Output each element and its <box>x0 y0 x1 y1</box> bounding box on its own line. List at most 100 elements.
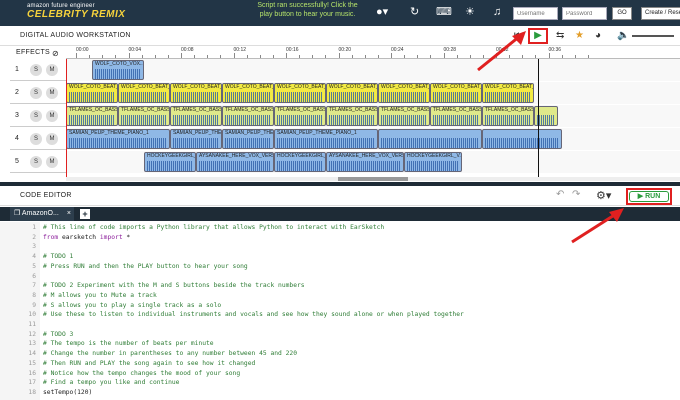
audio-clip[interactable]: WOLF_COTO_BEAT_... <box>378 83 430 103</box>
audio-clip[interactable]: SAMIAN_PEUP_THEME_PIANO_1 <box>170 129 222 149</box>
mute-button[interactable]: M <box>46 64 58 76</box>
go-button[interactable]: GO <box>612 7 632 20</box>
undo-icon[interactable]: ↶ <box>556 189 564 200</box>
new-tab-button[interactable]: + <box>80 209 90 219</box>
line-number: 12 <box>28 330 36 338</box>
effects-toggle-icon[interactable]: ⊘ <box>52 49 59 58</box>
playhead-end[interactable] <box>538 59 539 177</box>
play-button[interactable]: ▶ <box>528 28 548 44</box>
audio-clip[interactable]: HOCKEYGEEKGIRL_V... <box>144 152 196 172</box>
brand-logo[interactable]: amazon future engineer CELEBRITY REMIX <box>27 3 137 20</box>
audio-clip[interactable]: TFLAMES_OC_BASS... <box>66 106 118 126</box>
create-reset-button[interactable]: Create / Reset <box>641 7 680 20</box>
bell-icon[interactable]: ♫ <box>493 6 501 18</box>
audio-clip[interactable]: HOCKEYGEEKGIRL_V... <box>274 152 326 172</box>
code-line: 16 # Notice how the tempo changes the moo… <box>0 369 680 379</box>
track-lane[interactable]: HOCKEYGEEKGIRL_V... AYSANAKEE_HERE_VOX_VE… <box>66 151 680 173</box>
code-text: from earsketch import * <box>43 233 131 241</box>
audio-clip[interactable]: TFLAMES_OC_BASS... <box>430 106 482 126</box>
clip-waveform <box>173 115 219 125</box>
password-input[interactable] <box>562 7 607 20</box>
globe-icon[interactable]: ●▾ <box>376 6 388 18</box>
gear-icon[interactable]: ⚙▾ <box>596 189 611 202</box>
audio-clip[interactable]: TFLAMES_OC_BASS... <box>378 106 430 126</box>
audio-clip[interactable]: SAMIAN_PEUP_THEME_PIANO_1 <box>222 129 274 149</box>
audio-clip[interactable]: WOLF_COTO_VOX... <box>92 60 144 80</box>
code-line: 17 # Find a tempo you like and continue <box>0 378 680 388</box>
audio-clip[interactable]: WOLF_COTO_BEAT_... <box>170 83 222 103</box>
clip-waveform <box>485 92 531 102</box>
code-line: 5 # Press RUN and then the PLAY button to… <box>0 262 680 272</box>
volume-icon[interactable]: 🔈 <box>617 29 629 43</box>
track-lane[interactable]: WOLF_COTO_BEAT_... WOLF_COTO_BEAT_... WOLF… <box>66 82 680 104</box>
audio-clip[interactable]: WOLF_COTO_BEAT_... <box>118 83 170 103</box>
solo-button[interactable]: S <box>30 156 42 168</box>
clip-label: TFLAMES_OC_BASS... <box>173 107 222 113</box>
clip-label: WOLF_COTO_BEAT_... <box>121 84 170 90</box>
audio-clip[interactable]: TFLAMES_OC_BASS... <box>222 106 274 126</box>
audio-clip[interactable]: SAMIAN_PEUP_THEME_PIANO_1 <box>274 129 378 149</box>
audio-clip[interactable]: WOLF_COTO_BEAT_... <box>66 83 118 103</box>
solo-button[interactable]: S <box>30 133 42 145</box>
scrollbar-thumb[interactable] <box>338 177 408 181</box>
track-lane[interactable]: TFLAMES_OC_BASS... TFLAMES_OC_BASS... TFLA… <box>66 105 680 127</box>
audio-clip[interactable]: WOLF_COTO_BEAT_... <box>222 83 274 103</box>
ruler-tick <box>128 53 130 58</box>
clip-label: TFLAMES_OC_BASS... <box>277 107 326 113</box>
rewind-icon[interactable]: ⏮ <box>514 29 523 43</box>
mute-button[interactable]: M <box>46 156 58 168</box>
audio-clip[interactable]: TFLAMES_OC_BASS... <box>326 106 378 126</box>
code-area[interactable]: 1 # This line of code imports a Python li… <box>0 222 680 400</box>
audio-clip[interactable]: SAMIAN_PEUP_THEME_PIANO_1 <box>66 129 170 149</box>
audio-clip[interactable]: TFLAMES_OC_BASS... <box>118 106 170 126</box>
ruler-tick <box>509 55 510 58</box>
mute-button[interactable]: M <box>46 133 58 145</box>
metronome-icon[interactable]: ★ <box>575 29 584 43</box>
track-lane[interactable]: WOLF_COTO_VOX... <box>66 59 680 81</box>
audio-clip[interactable] <box>482 129 562 149</box>
code-line: 9 # S allows you to play a single track a… <box>0 301 680 311</box>
code-text: # TODO 1 <box>43 253 74 261</box>
clip-label: SAMIAN_PEUP_THEME_PIANO_1 <box>173 130 222 136</box>
code-line: 8 # M allows you to Mute a track <box>0 291 680 301</box>
timeline-scrollbar[interactable] <box>66 177 680 181</box>
run-button[interactable]: ▶ RUN <box>629 191 669 202</box>
audio-clip[interactable]: WOLF_COTO_BEAT_... <box>482 83 534 103</box>
loop-icon[interactable]: ⇆ <box>556 29 564 43</box>
track-lane[interactable]: SAMIAN_PEUP_THEME_PIANO_1 SAMIAN_PEUP_THE… <box>66 128 680 150</box>
mute-button[interactable]: M <box>46 110 58 122</box>
redo-icon[interactable]: ↷ <box>572 189 580 200</box>
solo-button[interactable]: S <box>30 87 42 99</box>
ruler-tick <box>443 53 445 58</box>
audio-clip[interactable] <box>378 129 482 149</box>
solo-button[interactable]: S <box>30 64 42 76</box>
keyboard-icon[interactable]: ⌨ <box>436 6 452 18</box>
clip-label: WOLF_COTO_BEAT_... <box>485 84 534 90</box>
audio-clip[interactable]: HOCKEYGEEKGIRL_V... <box>404 152 462 172</box>
username-input[interactable] <box>513 7 558 20</box>
audio-clip[interactable]: AYSANAKEE_HERE_VOX_VERSE_4 <box>326 152 404 172</box>
run-label: RUN <box>645 193 661 200</box>
close-icon[interactable]: × <box>67 207 71 221</box>
brightness-icon[interactable]: ☀ <box>465 6 475 18</box>
code-text: # Use these to listen to individual inst… <box>43 311 464 319</box>
audio-clip[interactable]: WOLF_COTO_BEAT_... <box>326 83 378 103</box>
share-icon[interactable]: ↻ <box>410 6 419 18</box>
audio-clip[interactable]: WOLF_COTO_BEAT_... <box>274 83 326 103</box>
line-number: 14 <box>28 350 36 358</box>
script-tab[interactable]: ❐ AmazonO... × <box>10 207 74 221</box>
solo-button[interactable]: S <box>30 110 42 122</box>
volume-slider[interactable] <box>632 35 674 37</box>
audio-clip[interactable]: WOLF_COTO_BEAT_... <box>430 83 482 103</box>
audio-clip[interactable]: AYSANAKEE_HERE_VOX_VERSE_1 <box>196 152 274 172</box>
mute-button[interactable]: M <box>46 87 58 99</box>
audio-clip[interactable]: TFLAMES_OC_BASS... <box>170 106 222 126</box>
audio-clip[interactable]: TFLAMES_OC_BASS... <box>482 106 534 126</box>
clip-waveform <box>329 92 375 102</box>
timeline-ruler[interactable]: 00:00 00:04 00:08 00:12 00:16 00:20 00:24 00:28… <box>66 47 680 59</box>
clip-waveform <box>433 92 479 102</box>
line-number: 2 <box>32 233 36 241</box>
follow-playhead-icon[interactable]: ◕ <box>595 29 601 43</box>
code-line: 1 # This line of code imports a Python li… <box>0 223 680 233</box>
audio-clip[interactable]: TFLAMES_OC_BASS... <box>274 106 326 126</box>
